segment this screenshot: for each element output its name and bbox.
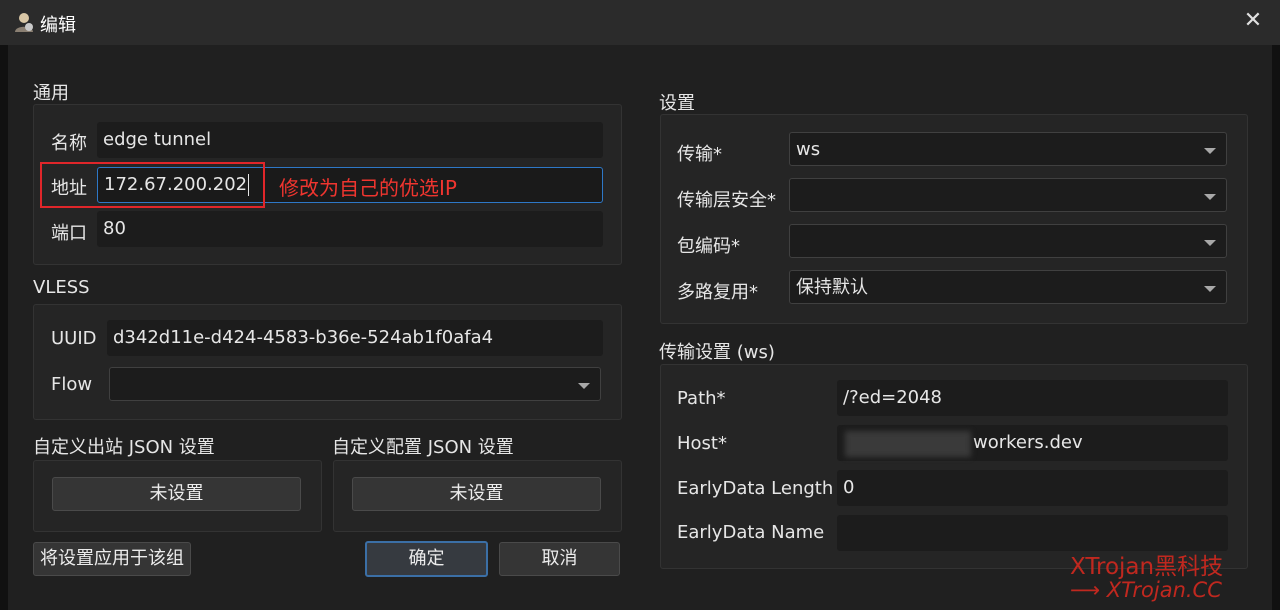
transport-select-value: ws	[796, 139, 821, 160]
chevron-down-icon	[1204, 240, 1216, 246]
uuid-label: UUID	[51, 328, 97, 349]
group-title-transport-settings: 传输设置 (ws)	[659, 342, 775, 363]
chevron-down-icon	[578, 383, 590, 389]
chevron-down-icon	[1204, 286, 1216, 292]
path-label: Path*	[677, 388, 726, 409]
group-title-general: 通用	[33, 83, 69, 104]
path-input[interactable]: /?ed=2048	[837, 380, 1228, 416]
watermark-line2: ⟶ XTrojan.CC	[1070, 578, 1222, 602]
flow-select[interactable]	[109, 367, 601, 401]
port-label: 端口	[51, 223, 87, 244]
packet-encoding-select[interactable]	[789, 224, 1227, 258]
early-data-length-label: EarlyData Length	[677, 478, 834, 499]
mux-select[interactable]: 保持默认	[789, 270, 1227, 304]
group-title-settings: 设置	[659, 93, 695, 114]
arrow-icon: ⟶	[1070, 578, 1101, 602]
early-data-name-input[interactable]	[837, 515, 1228, 551]
group-title-custom-config: 自定义配置 JSON 设置	[332, 437, 514, 458]
group-title-custom-outbound: 自定义出站 JSON 设置	[33, 437, 215, 458]
cancel-button[interactable]: 取消	[499, 542, 620, 576]
chevron-down-icon	[1204, 148, 1216, 154]
packet-encoding-label: 包编码*	[677, 236, 740, 257]
name-input[interactable]: edge tunnel	[97, 122, 603, 158]
title-bar: 编辑 ✕	[0, 0, 1280, 45]
watermark-line1: XTrojan黑科技	[1070, 554, 1224, 580]
apply-to-group-button[interactable]: 将设置应用于该组	[33, 542, 191, 576]
window-title: 编辑	[40, 15, 76, 36]
highlight-box	[40, 162, 265, 208]
security-label: 传输层安全*	[677, 190, 776, 211]
security-select[interactable]	[789, 178, 1227, 212]
uuid-input[interactable]: d342d11e-d424-4583-b36e-524ab1f0afa4	[107, 320, 603, 356]
chevron-down-icon	[1204, 194, 1216, 200]
port-input[interactable]: 80	[97, 211, 603, 247]
window-edge	[0, 45, 8, 610]
host-label: Host*	[677, 433, 727, 454]
early-data-name-label: EarlyData Name	[677, 522, 825, 543]
ok-button[interactable]: 确定	[365, 541, 488, 577]
transport-select[interactable]: ws	[789, 132, 1227, 166]
transport-label: 传输*	[677, 144, 722, 165]
mux-select-value: 保持默认	[796, 277, 868, 298]
watermark-url: XTrojan.CC	[1106, 578, 1222, 602]
early-data-length-input[interactable]: 0	[837, 470, 1228, 506]
name-label: 名称	[51, 133, 87, 154]
mux-label: 多路复用*	[677, 282, 758, 303]
redacted-blur	[845, 431, 971, 457]
close-icon[interactable]: ✕	[1240, 8, 1266, 34]
flow-label: Flow	[51, 374, 93, 395]
window-edge	[1272, 45, 1280, 610]
annotation-text: 修改为自己的优选IP	[279, 176, 457, 200]
custom-outbound-button[interactable]: 未设置	[52, 477, 301, 511]
user-icon	[15, 13, 33, 32]
group-title-vless: VLESS	[33, 277, 90, 298]
custom-config-button[interactable]: 未设置	[352, 477, 601, 511]
